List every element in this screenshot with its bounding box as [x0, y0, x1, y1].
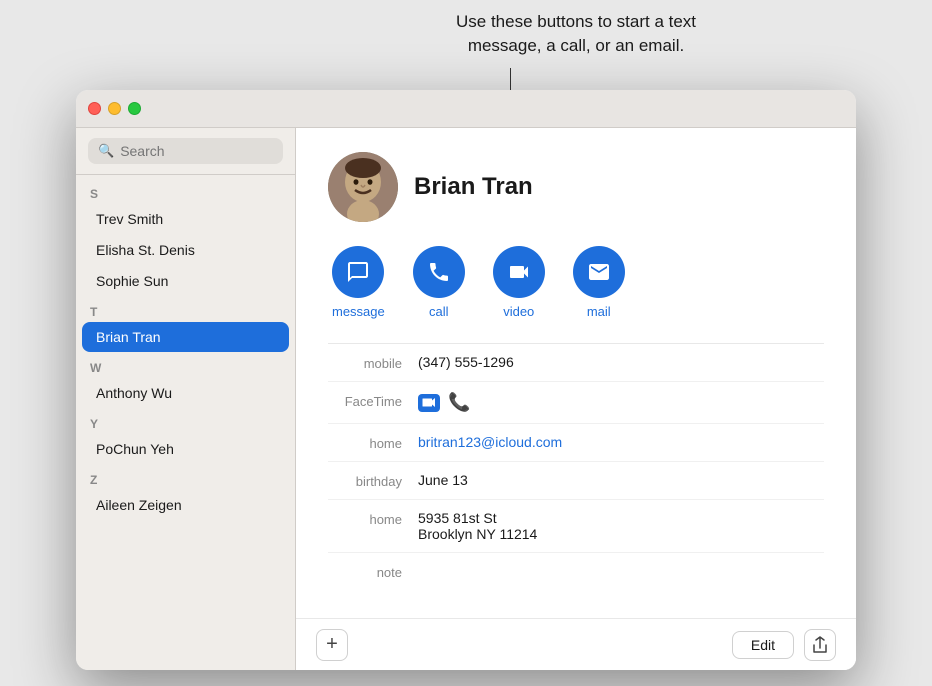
contact-name: Brian Tran	[414, 173, 533, 201]
contact-item-aileen[interactable]: Aileen Zeigen	[82, 490, 289, 520]
info-row-email: home britran123@icloud.com	[328, 424, 824, 462]
facetime-label: FaceTime	[328, 392, 418, 409]
detail-footer: + Edit	[296, 618, 856, 670]
video-label: video	[503, 304, 534, 319]
birthday-label: birthday	[328, 472, 418, 489]
section-header-t: T	[76, 297, 295, 321]
contact-item-sophie[interactable]: Sophie Sun	[82, 266, 289, 296]
email-label: home	[328, 434, 418, 451]
avatar-image	[328, 152, 398, 222]
call-action[interactable]: call	[413, 246, 465, 319]
info-row-mobile: mobile (347) 555-1296	[328, 344, 824, 382]
facetime-video-icon[interactable]	[418, 394, 440, 412]
section-header-z: Z	[76, 465, 295, 489]
mail-icon	[587, 260, 611, 284]
traffic-lights	[88, 102, 141, 115]
call-icon	[427, 260, 451, 284]
add-button[interactable]: +	[316, 629, 348, 661]
search-icon: 🔍	[98, 143, 114, 159]
mail-action[interactable]: mail	[573, 246, 625, 319]
contact-item-trev-smith[interactable]: Trev Smith	[82, 204, 289, 234]
contact-header: Brian Tran	[328, 152, 824, 222]
info-row-facetime: FaceTime 📞	[328, 382, 824, 424]
address-label: home	[328, 510, 418, 527]
birthday-value: June 13	[418, 472, 824, 488]
contact-item-elisha[interactable]: Elisha St. Denis	[82, 235, 289, 265]
sidebar: 🔍 S Trev Smith Elisha St. Denis Sophie S…	[76, 128, 296, 670]
action-buttons: message call	[328, 246, 824, 319]
address-value[interactable]: 5935 81st StBrooklyn NY 11214	[418, 510, 824, 542]
facetime-icons: 📞	[418, 392, 470, 413]
share-button[interactable]	[804, 629, 836, 661]
info-row-birthday: birthday June 13	[328, 462, 824, 500]
close-button[interactable]	[88, 102, 101, 115]
search-wrapper[interactable]: 🔍	[88, 138, 283, 164]
contact-list: S Trev Smith Elisha St. Denis Sophie Sun…	[76, 175, 295, 670]
email-value[interactable]: britran123@icloud.com	[418, 434, 824, 450]
minimize-button[interactable]	[108, 102, 121, 115]
contact-item-pochun[interactable]: PoChun Yeh	[82, 434, 289, 464]
mail-label: mail	[587, 304, 611, 319]
note-label: note	[328, 563, 418, 580]
mail-button[interactable]	[573, 246, 625, 298]
video-icon	[507, 260, 531, 284]
call-button[interactable]	[413, 246, 465, 298]
facetime-phone-icon[interactable]: 📞	[448, 392, 470, 413]
contact-item-brian-tran[interactable]: Brian Tran	[82, 322, 289, 352]
mobile-label: mobile	[328, 354, 418, 371]
section-header-w: W	[76, 353, 295, 377]
info-row-address: home 5935 81st StBrooklyn NY 11214	[328, 500, 824, 553]
message-label: message	[332, 304, 385, 319]
message-action[interactable]: message	[332, 246, 385, 319]
message-button[interactable]	[332, 246, 384, 298]
maximize-button[interactable]	[128, 102, 141, 115]
message-icon	[346, 260, 370, 284]
info-row-note: note	[328, 553, 824, 590]
video-action[interactable]: video	[493, 246, 545, 319]
section-header-y: Y	[76, 409, 295, 433]
contact-detail: Brian Tran message	[296, 128, 856, 618]
search-bar: 🔍	[76, 128, 295, 175]
main-container: Use these buttons to start a textmessage…	[0, 0, 932, 686]
section-header-s: S	[76, 179, 295, 203]
search-input[interactable]	[120, 143, 273, 159]
footer-right: Edit	[732, 629, 836, 661]
share-icon	[812, 636, 828, 654]
edit-label: Edit	[751, 637, 775, 653]
facetime-video-svg	[422, 397, 436, 408]
app-window: 🔍 S Trev Smith Elisha St. Denis Sophie S…	[76, 90, 856, 670]
tooltip-text: Use these buttons to start a textmessage…	[456, 10, 696, 58]
mobile-value[interactable]: (347) 555-1296	[418, 354, 824, 370]
detail-panel: Brian Tran message	[296, 128, 856, 670]
edit-button[interactable]: Edit	[732, 631, 794, 659]
call-label: call	[429, 304, 449, 319]
video-button[interactable]	[493, 246, 545, 298]
avatar	[328, 152, 398, 222]
main-content: 🔍 S Trev Smith Elisha St. Denis Sophie S…	[76, 128, 856, 670]
contact-item-anthony-wu[interactable]: Anthony Wu	[82, 378, 289, 408]
title-bar	[76, 90, 856, 128]
